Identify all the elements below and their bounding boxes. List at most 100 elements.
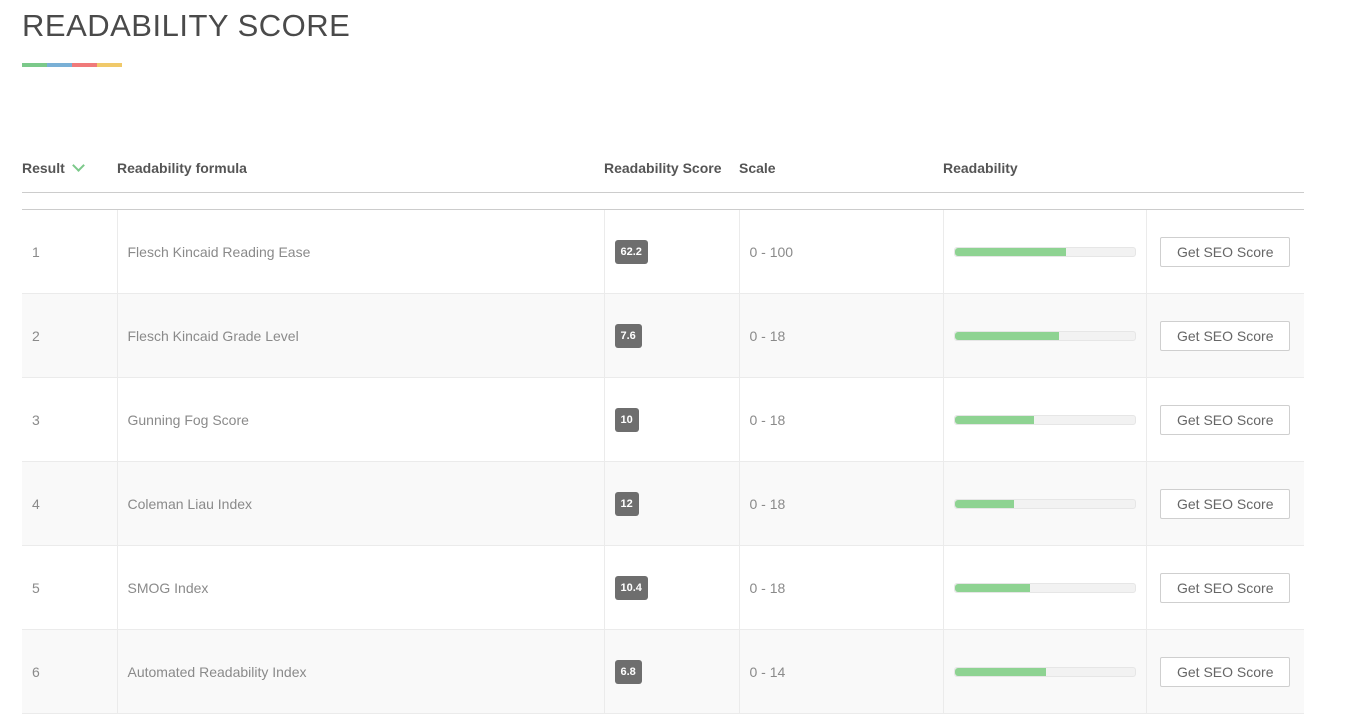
score-cell: 10.4 <box>604 545 740 630</box>
underline-segment <box>72 63 97 67</box>
result-number: 6 <box>32 663 40 680</box>
column-header-formula-label: Readability formula <box>117 160 247 176</box>
title-underline <box>22 63 122 67</box>
column-header-readability-label: Readability <box>943 160 1018 176</box>
score-cell: 12 <box>604 461 740 546</box>
table-row: 6 Automated Readability Index 6.8 0 - 14… <box>22 629 1304 714</box>
score-cell: 6.8 <box>604 629 740 714</box>
scale-range: 0 - 100 <box>749 243 794 260</box>
chevron-down-icon[interactable] <box>71 159 85 172</box>
column-header-action <box>1146 144 1304 193</box>
readability-table: Result Readability formula Readability S… <box>22 144 1304 714</box>
score-badge: 10 <box>614 407 639 432</box>
readability-page: READABILITY SCORE Result Readability for… <box>0 0 1348 728</box>
score-badge: 10.4 <box>614 575 648 600</box>
underline-segment <box>97 63 122 67</box>
readability-bar <box>953 582 1136 593</box>
table-row: 3 Gunning Fog Score 10 0 - 18 Get SEO Sc… <box>22 377 1304 462</box>
result-cell: 5 <box>22 545 118 630</box>
scale-range: 0 - 18 <box>749 327 786 344</box>
formula-cell: Gunning Fog Score <box>117 377 605 462</box>
formula-name: Gunning Fog Score <box>127 411 249 428</box>
scale-range: 0 - 18 <box>749 579 786 596</box>
formula-name: Flesch Kincaid Reading Ease <box>127 243 311 260</box>
formula-name: Coleman Liau Index <box>127 495 253 512</box>
get-seo-score-button[interactable]: Get SEO Score <box>1160 656 1291 687</box>
score-badge: 7.6 <box>614 323 642 348</box>
action-cell: Get SEO Score <box>1146 545 1304 630</box>
get-seo-score-button[interactable]: Get SEO Score <box>1160 404 1291 435</box>
readability-bar-fill <box>954 331 1059 340</box>
table-row: 2 Flesch Kincaid Grade Level 7.6 0 - 18 … <box>22 293 1304 378</box>
result-number: 2 <box>32 327 40 344</box>
scale-range: 0 - 14 <box>749 663 786 680</box>
column-header-formula: Readability formula <box>117 144 604 193</box>
underline-segment <box>22 63 47 67</box>
get-seo-score-button[interactable]: Get SEO Score <box>1160 572 1291 603</box>
formula-name: SMOG Index <box>127 579 209 596</box>
formula-cell: Automated Readability Index <box>117 629 605 714</box>
scale-cell: 0 - 18 <box>739 377 944 462</box>
scale-range: 0 - 18 <box>749 411 786 428</box>
readability-cell <box>943 209 1147 294</box>
formula-cell: SMOG Index <box>117 545 605 630</box>
readability-cell <box>943 461 1147 546</box>
score-badge: 12 <box>614 491 639 516</box>
readability-cell <box>943 377 1147 462</box>
scale-cell: 0 - 14 <box>739 629 944 714</box>
readability-bar-fill <box>954 247 1067 256</box>
score-badge: 62.2 <box>614 239 648 264</box>
action-cell: Get SEO Score <box>1146 209 1304 294</box>
underline-segment <box>47 63 72 67</box>
table-body: 1 Flesch Kincaid Reading Ease 62.2 0 - 1… <box>22 209 1304 714</box>
column-header-readability: Readability <box>943 144 1146 193</box>
action-cell: Get SEO Score <box>1146 377 1304 462</box>
formula-name: Automated Readability Index <box>127 663 307 680</box>
result-number: 4 <box>32 495 40 512</box>
readability-bar-fill <box>954 499 1014 508</box>
score-badge: 6.8 <box>614 659 642 684</box>
scale-cell: 0 - 18 <box>739 293 944 378</box>
get-seo-score-button[interactable]: Get SEO Score <box>1160 236 1291 267</box>
column-header-scale: Scale <box>739 144 943 193</box>
result-cell: 4 <box>22 461 118 546</box>
get-seo-score-button[interactable]: Get SEO Score <box>1160 488 1291 519</box>
scale-cell: 0 - 100 <box>739 209 944 294</box>
result-cell: 2 <box>22 293 118 378</box>
scale-cell: 0 - 18 <box>739 545 944 630</box>
result-cell: 3 <box>22 377 118 462</box>
readability-bar <box>953 330 1136 341</box>
column-header-score-label: Readability Score <box>604 160 722 176</box>
formula-cell: Flesch Kincaid Reading Ease <box>117 209 605 294</box>
result-number: 3 <box>32 411 40 428</box>
formula-cell: Flesch Kincaid Grade Level <box>117 293 605 378</box>
action-cell: Get SEO Score <box>1146 629 1304 714</box>
readability-cell <box>943 545 1147 630</box>
score-cell: 62.2 <box>604 209 740 294</box>
score-cell: 7.6 <box>604 293 740 378</box>
formula-name: Flesch Kincaid Grade Level <box>127 327 299 344</box>
readability-bar <box>953 246 1136 257</box>
get-seo-score-button[interactable]: Get SEO Score <box>1160 320 1291 351</box>
column-header-result-label: Result <box>22 160 65 176</box>
action-cell: Get SEO Score <box>1146 293 1304 378</box>
scale-cell: 0 - 18 <box>739 461 944 546</box>
table-row: 1 Flesch Kincaid Reading Ease 62.2 0 - 1… <box>22 209 1304 294</box>
header-spacer <box>22 192 1304 210</box>
column-header-result[interactable]: Result <box>22 144 117 193</box>
readability-cell <box>943 629 1147 714</box>
readability-bar <box>953 666 1136 677</box>
readability-bar-fill <box>954 667 1047 676</box>
action-cell: Get SEO Score <box>1146 461 1304 546</box>
header-spacer-cell <box>22 192 1304 210</box>
column-header-score: Readability Score <box>604 144 739 193</box>
readability-bar-fill <box>954 415 1034 424</box>
table-row: 5 SMOG Index 10.4 0 - 18 Get SEO Score <box>22 545 1304 630</box>
page-title: READABILITY SCORE <box>22 8 351 43</box>
result-number: 5 <box>32 579 40 596</box>
result-number: 1 <box>32 243 40 260</box>
column-header-scale-label: Scale <box>739 160 776 176</box>
readability-cell <box>943 293 1147 378</box>
formula-cell: Coleman Liau Index <box>117 461 605 546</box>
result-cell: 6 <box>22 629 118 714</box>
